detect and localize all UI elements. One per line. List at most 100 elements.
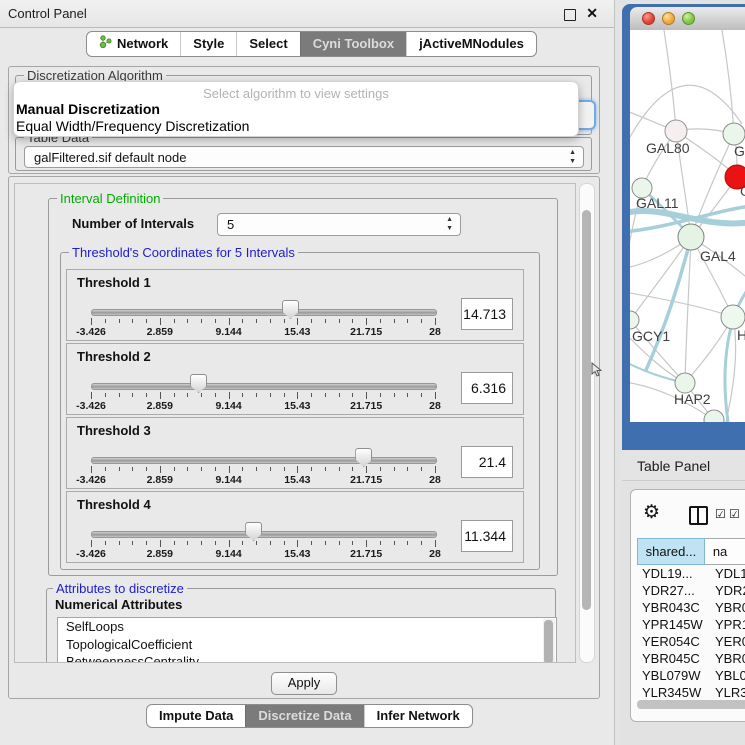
threshold-1-value-field[interactable]: 14.713 bbox=[461, 298, 513, 330]
table-cell[interactable]: YDR27... bbox=[637, 582, 708, 599]
tab-jactivemnodules[interactable]: jActiveMNodules bbox=[406, 32, 536, 56]
network-node[interactable] bbox=[678, 224, 704, 250]
tick-mark bbox=[256, 393, 257, 397]
tick-label: 28 bbox=[429, 326, 441, 338]
threshold-2-value-field[interactable]: 6.316 bbox=[461, 372, 513, 404]
tab-discretize-data[interactable]: Discretize Data bbox=[245, 705, 363, 727]
table-row[interactable]: YDR27...YDR2 bbox=[637, 582, 745, 599]
table-cell[interactable]: YBR045C bbox=[637, 650, 708, 667]
attribute-list-item[interactable]: BetweennessCentrality bbox=[58, 653, 556, 663]
tab-cyni-toolbox[interactable]: Cyni Toolbox bbox=[300, 32, 406, 56]
tab-style[interactable]: Style bbox=[180, 32, 236, 56]
slider-handle[interactable] bbox=[355, 448, 372, 467]
split-view-icon[interactable] bbox=[689, 506, 708, 525]
network-node-label: H bbox=[737, 327, 745, 343]
dropdown-option-manual[interactable]: Manual Discretization bbox=[14, 101, 578, 118]
tab-network[interactable]: Network bbox=[87, 32, 180, 56]
apply-button[interactable]: Apply bbox=[271, 672, 337, 695]
table-cell[interactable]: YDL1 bbox=[708, 565, 745, 582]
table-row[interactable]: YBR043CYBR0 bbox=[637, 599, 745, 616]
table-cell[interactable]: YDL19... bbox=[637, 565, 708, 582]
tick-mark bbox=[229, 540, 230, 547]
slider-handle[interactable] bbox=[282, 300, 299, 319]
list-scrollbar[interactable] bbox=[543, 619, 555, 663]
threshold-4-slider[interactable]: -3.4262.8599.14415.4321.71528 bbox=[91, 520, 437, 560]
attribute-list-item[interactable]: SelfLoops bbox=[58, 618, 556, 636]
table-cell[interactable]: YBR0 bbox=[708, 650, 745, 667]
slider-handle[interactable] bbox=[190, 374, 207, 393]
numerical-attributes-list[interactable]: SelfLoopsTopologicalCoefficientBetweenne… bbox=[57, 617, 557, 663]
table-data-combobox[interactable]: galFiltered.sif default node ▲▼ bbox=[24, 146, 584, 168]
network-node[interactable] bbox=[675, 373, 695, 393]
tick-mark bbox=[201, 467, 202, 471]
table-panel-card: ⚙ ☑ ☑ shared... na YDL19...YDL1YDR27...Y… bbox=[630, 489, 745, 722]
gear-icon[interactable]: ⚙ bbox=[643, 503, 660, 522]
settings-scroll-area: Interval Definition Number of Intervals … bbox=[14, 183, 576, 663]
threshold-4-value-field[interactable]: 11.344 bbox=[461, 520, 513, 552]
tick-label: 9.144 bbox=[215, 326, 241, 338]
column-header-shared[interactable]: shared... bbox=[637, 538, 705, 565]
threshold-3-slider[interactable]: -3.4262.8599.14415.4321.71528 bbox=[91, 446, 437, 486]
tab-impute-data[interactable]: Impute Data bbox=[147, 705, 245, 727]
network-edge bbox=[630, 292, 733, 317]
minimize-traffic-light[interactable] bbox=[662, 12, 675, 25]
table-cell[interactable]: YPR1 bbox=[708, 616, 745, 633]
table-cell[interactable]: YLR3 bbox=[708, 684, 745, 701]
tick-mark bbox=[174, 319, 175, 323]
tab-infer-network[interactable]: Infer Network bbox=[364, 705, 472, 727]
network-node[interactable] bbox=[723, 123, 745, 145]
tick-label: -3.426 bbox=[76, 400, 106, 412]
slider-handle[interactable] bbox=[245, 522, 262, 541]
slider-track[interactable] bbox=[91, 531, 437, 538]
tick-label: 9.144 bbox=[215, 548, 241, 560]
close-traffic-light[interactable] bbox=[642, 12, 655, 25]
table-cell[interactable]: YLR345W bbox=[637, 684, 708, 701]
table-row[interactable]: YDL19...YDL1 bbox=[637, 565, 745, 582]
network-node[interactable] bbox=[665, 120, 687, 142]
tab-select[interactable]: Select bbox=[236, 32, 299, 56]
tick-mark bbox=[366, 392, 367, 399]
slider-track[interactable] bbox=[91, 383, 437, 390]
table-cell[interactable]: YDR2 bbox=[708, 582, 745, 599]
threshold-1-slider[interactable]: -3.4262.8599.14415.4321.71528 bbox=[91, 298, 437, 338]
tick-mark bbox=[270, 467, 271, 471]
table-cell[interactable]: YPR145W bbox=[637, 616, 708, 633]
float-window-icon[interactable] bbox=[564, 9, 576, 21]
table-row[interactable]: YLR345WYLR3 bbox=[637, 684, 745, 701]
threshold-3-value-field[interactable]: 21.4 bbox=[461, 446, 513, 478]
number-of-intervals-combobox[interactable]: 5 ▲▼ bbox=[217, 213, 461, 236]
table-horizontal-scrollbar[interactable] bbox=[637, 700, 745, 709]
settings-vertical-scrollbar[interactable] bbox=[579, 183, 595, 663]
table-cell[interactable]: YER0 bbox=[708, 633, 745, 650]
table-row[interactable]: YBR045CYBR0 bbox=[637, 650, 745, 667]
dropdown-option-equal-width[interactable]: Equal Width/Frequency Discretization bbox=[14, 118, 578, 135]
network-canvas[interactable]: GAL80GAGGAL11GAL4GCY1HHAP2 bbox=[630, 30, 745, 422]
checkbox-icon[interactable]: ☑ bbox=[729, 508, 740, 520]
table-cell[interactable]: YBL079W bbox=[637, 667, 708, 684]
checkbox-icon[interactable]: ☑ bbox=[715, 508, 726, 520]
network-node-label: GCY1 bbox=[632, 328, 670, 344]
tick-label: 2.859 bbox=[147, 474, 173, 486]
network-edge bbox=[722, 30, 734, 134]
close-icon[interactable]: ✕ bbox=[586, 5, 598, 22]
threshold-2-slider[interactable]: -3.4262.8599.14415.4321.71528 bbox=[91, 372, 437, 412]
control-panel-titlebar: Control Panel ✕ bbox=[0, 0, 614, 28]
tick-mark bbox=[229, 466, 230, 473]
table-row[interactable]: YPR145WYPR1 bbox=[637, 616, 745, 633]
table-cell[interactable]: YBR0 bbox=[708, 599, 745, 616]
table-cell[interactable]: YER054C bbox=[637, 633, 708, 650]
slider-track[interactable] bbox=[91, 457, 437, 464]
column-header-name[interactable]: na bbox=[705, 538, 745, 565]
tick-mark bbox=[174, 393, 175, 397]
zoom-traffic-light[interactable] bbox=[682, 12, 695, 25]
table-cell[interactable]: YBL0 bbox=[708, 667, 745, 684]
network-node[interactable] bbox=[630, 311, 639, 329]
table-row[interactable]: YBL079WYBL0 bbox=[637, 667, 745, 684]
network-node[interactable] bbox=[721, 305, 745, 329]
table-cell[interactable]: YBR043C bbox=[637, 599, 708, 616]
table-row[interactable]: YER054CYER0 bbox=[637, 633, 745, 650]
slider-track[interactable] bbox=[91, 309, 437, 316]
attribute-list-item[interactable]: TopologicalCoefficient bbox=[58, 636, 556, 654]
tick-mark bbox=[187, 393, 188, 397]
tick-mark bbox=[380, 319, 381, 323]
